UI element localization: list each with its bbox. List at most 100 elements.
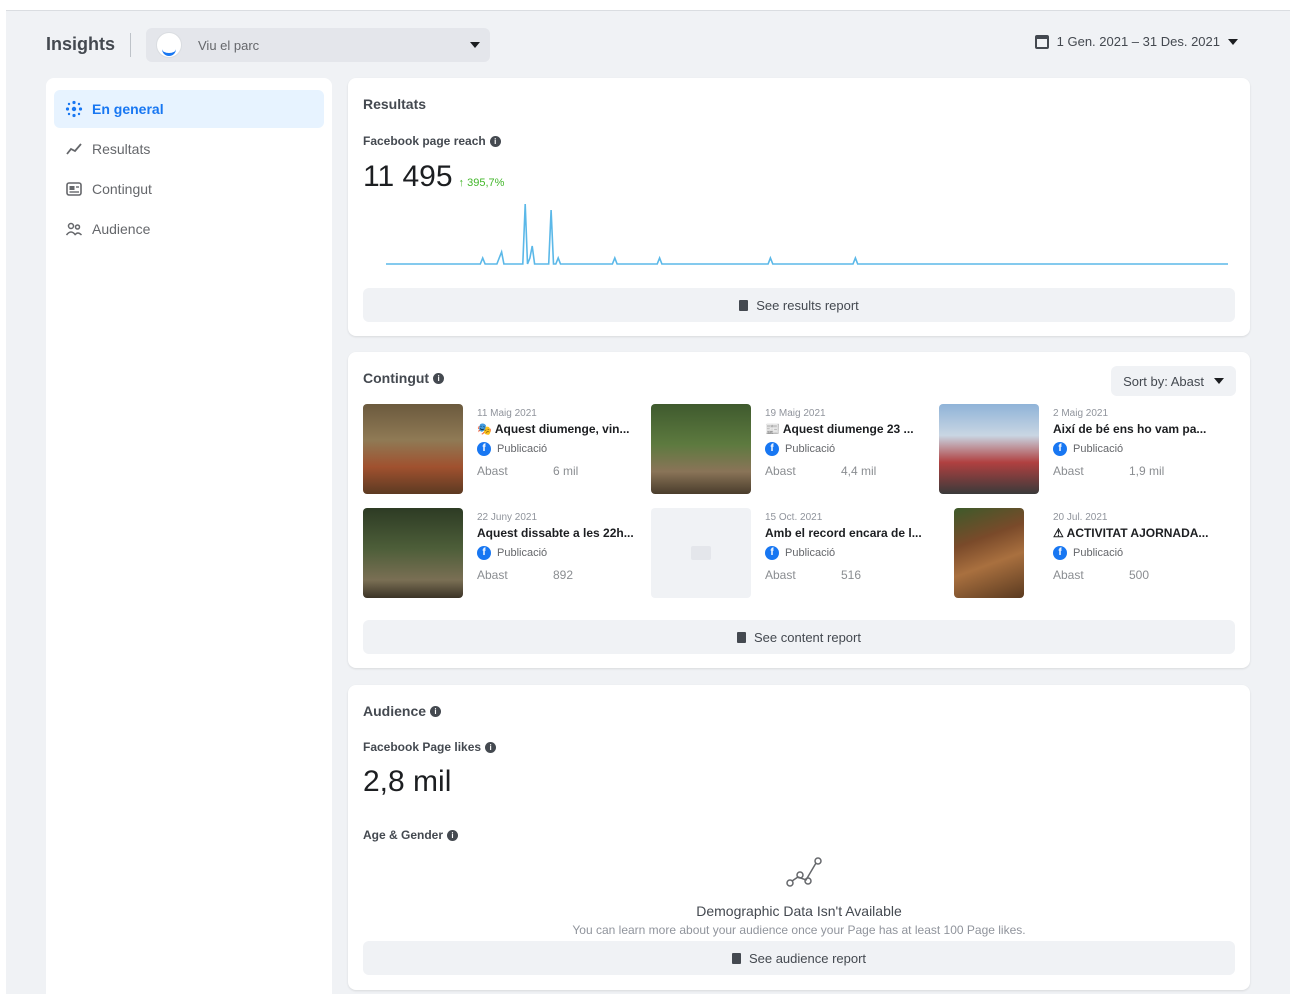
post-metric-value: 516 — [841, 568, 862, 582]
post-title: Aquest dissabte a les 22h... — [477, 526, 634, 540]
age-gender-label: Age & Gender i — [363, 828, 459, 842]
chevron-down-icon — [1228, 38, 1238, 45]
post-info: 20 Jul. 2021 ⚠ ACTIVITAT AJORNADA... f Publ… — [1039, 508, 1219, 604]
audience-card: Audience i Facebook Page likes i 2,8 mil… — [348, 685, 1250, 990]
see-results-report-label: See results report — [756, 297, 859, 313]
calendar-icon — [1034, 34, 1049, 49]
post-metric-value: 892 — [553, 568, 574, 582]
post-item[interactable]: 11 Maig 2021 🎭 Aquest diumenge, vin... f Pu… — [363, 404, 643, 500]
document-icon — [739, 299, 749, 311]
post-date: 22 Juny 2021 — [477, 512, 538, 523]
post-type-label: Publicació — [497, 443, 548, 455]
post-title: Així de bé ens ho vam pa... — [1053, 422, 1207, 436]
demographics-empty-title: Demographic Data Isn't Available — [696, 903, 902, 919]
post-date: 20 Jul. 2021 — [1053, 512, 1108, 523]
post-metric: Abast 6 mil — [477, 464, 643, 478]
sort-dropdown[interactable]: Sort by: Abast — [1111, 366, 1236, 396]
content-title-row: Contingut i — [363, 370, 445, 386]
post-type-label: Publicació — [785, 547, 836, 559]
post-item[interactable]: 22 Juny 2021 Aquest dissabte a les 22h...… — [363, 508, 643, 604]
post-metric-label: Abast — [765, 464, 796, 478]
demographics-empty-subtitle: You can learn more about your audience o… — [572, 923, 1026, 937]
sidebar-item-label: Contingut — [92, 181, 152, 197]
reach-value: 11 495 — [363, 160, 453, 193]
demographics-chart-icon — [786, 857, 822, 887]
sidebar-item-label: Audience — [92, 221, 151, 237]
post-type: f Publicació — [477, 546, 643, 560]
post-metric: Abast 1,9 mil — [1053, 464, 1219, 478]
post-info: 2 Maig 2021 Així de bé ens ho vam pa... f P… — [1039, 404, 1219, 500]
post-thumbnail — [939, 404, 1039, 494]
date-range-label: 1 Gen. 2021 – 31 Des. 2021 — [1056, 34, 1220, 49]
page-likes-label-text: Facebook Page likes — [363, 740, 482, 754]
facebook-icon: f — [765, 546, 779, 560]
post-thumbnail — [954, 508, 1024, 598]
info-icon[interactable]: i — [489, 135, 501, 147]
post-type: f Publicació — [477, 442, 643, 456]
results-card: Resultats Facebook page reach i 11 495 ↑… — [348, 78, 1250, 336]
post-metric: Abast 500 — [1053, 568, 1219, 582]
post-metric-value: 6 mil — [553, 464, 579, 478]
info-icon[interactable]: i — [447, 829, 459, 841]
post-type: f Publicació — [1053, 442, 1219, 456]
post-type-label: Publicació — [1073, 547, 1124, 559]
info-icon[interactable]: i — [433, 372, 445, 384]
reach-value-row: 11 495 ↑ 395,7% — [363, 160, 504, 194]
post-metric: Abast 4,4 mil — [765, 464, 931, 478]
see-content-report-label: See content report — [754, 629, 861, 645]
see-results-report-button[interactable]: See results report — [363, 288, 1235, 322]
post-metric-value: 500 — [1129, 568, 1150, 582]
results-chart-icon — [64, 139, 84, 159]
post-metric-label: Abast — [477, 464, 508, 478]
reach-sparkline — [386, 203, 1228, 265]
post-item[interactable]: 2 Maig 2021 Així de bé ens ho vam pa... f P… — [939, 404, 1219, 500]
sidebar-item-contingut[interactable]: Contingut — [54, 170, 324, 208]
post-type: f Publicació — [1053, 546, 1219, 560]
info-icon[interactable]: i — [485, 741, 497, 753]
facebook-icon: f — [477, 442, 491, 456]
sidebar-item-audience[interactable]: Audience — [54, 210, 324, 248]
post-date: 19 Maig 2021 — [765, 408, 826, 419]
post-type: f Publicació — [765, 546, 931, 560]
sidebar-item-label: En general — [92, 101, 164, 117]
post-metric-value: 1,9 mil — [1129, 464, 1165, 478]
sidebar-item-resultats[interactable]: Resultats — [54, 130, 324, 168]
age-gender-label-text: Age & Gender — [363, 828, 444, 842]
post-item[interactable]: 15 Oct. 2021 Amb el record encara de l...… — [651, 508, 931, 604]
sort-label: Sort by: Abast — [1123, 373, 1204, 389]
post-metric-label: Abast — [765, 568, 796, 582]
sparkline-series — [386, 203, 1228, 265]
see-audience-report-button[interactable]: See audience report — [363, 941, 1235, 975]
post-date: 15 Oct. 2021 — [765, 512, 823, 523]
post-item[interactable]: 20 Jul. 2021 ⚠ ACTIVITAT AJORNADA... f Publ… — [939, 508, 1219, 604]
sidebar-item-label: Resultats — [92, 141, 151, 157]
post-metric: Abast 892 — [477, 568, 643, 582]
chevron-down-icon — [1214, 378, 1224, 384]
reach-growth: ↑ 395,7% — [458, 177, 505, 189]
facebook-icon: f — [1053, 442, 1067, 456]
document-icon — [737, 631, 747, 643]
post-thumbnail — [651, 404, 751, 494]
page-title: Insights — [46, 34, 116, 54]
post-item[interactable]: 19 Maig 2021 📰 Aquest diumenge 23 ... f Pub… — [651, 404, 931, 500]
see-content-report-button[interactable]: See content report — [363, 620, 1235, 654]
facebook-icon: f — [477, 546, 491, 560]
sidebar-item-en-general[interactable]: En general — [54, 90, 324, 128]
header-divider — [130, 33, 131, 57]
post-title: Amb el record encara de l... — [765, 526, 922, 540]
post-info: 11 Maig 2021 🎭 Aquest diumenge, vin... f Pu… — [463, 404, 643, 500]
audience-icon — [64, 219, 84, 239]
post-thumbnail — [363, 508, 463, 598]
page-selector[interactable]: Viu el parc — [146, 28, 490, 62]
post-info: 22 Juny 2021 Aquest dissabte a les 22h...… — [463, 508, 643, 604]
document-icon — [731, 952, 741, 964]
info-icon[interactable]: i — [430, 705, 442, 717]
date-range-picker[interactable]: 1 Gen. 2021 – 31 Des. 2021 — [1034, 34, 1238, 49]
content-icon — [64, 179, 84, 199]
content-card: Contingut i Sort by: Abast 11 Maig 2021 🎭… — [348, 352, 1250, 668]
post-date: 2 Maig 2021 — [1053, 408, 1109, 419]
chevron-down-icon — [470, 42, 480, 48]
post-info: 15 Oct. 2021 Amb el record encara de l...… — [751, 508, 931, 604]
post-info: 19 Maig 2021 📰 Aquest diumenge 23 ... f Pub… — [751, 404, 931, 500]
post-title: 📰 Aquest diumenge 23 ... — [765, 422, 914, 436]
